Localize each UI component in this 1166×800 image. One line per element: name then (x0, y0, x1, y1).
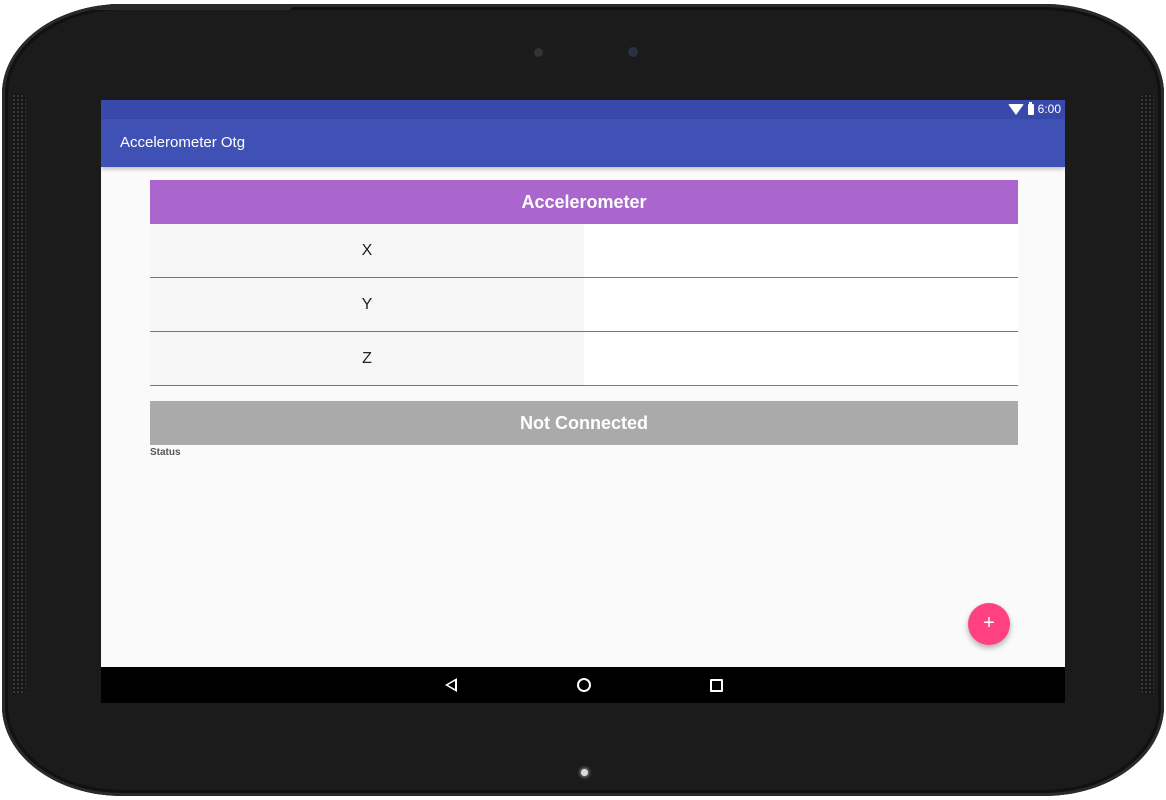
battery-icon (1027, 101, 1034, 115)
axis-row-x: X (150, 224, 1018, 278)
axis-label: Y (150, 278, 584, 331)
accelerometer-header: Accelerometer (150, 180, 1018, 224)
add-icon: + (983, 612, 995, 634)
axis-row-z: Z (150, 332, 1018, 386)
power-button (92, 4, 292, 10)
back-button[interactable] (431, 667, 471, 703)
navigation-bar (101, 667, 1065, 703)
axis-label: X (150, 224, 584, 277)
wifi-icon (1007, 103, 1024, 115)
front-camera (628, 47, 638, 57)
device-screen: 6:00 Accelerometer Otg Accelerometer X Y… (101, 100, 1065, 703)
back-icon (445, 678, 457, 692)
axis-label: Z (150, 332, 584, 385)
status-caption: Status (150, 447, 181, 458)
axis-value (584, 278, 1018, 331)
home-icon (577, 678, 591, 692)
notification-led (581, 769, 588, 776)
add-button[interactable]: + (968, 603, 1010, 645)
sensor-dot (534, 48, 543, 57)
app-bar: Accelerometer Otg (101, 119, 1065, 167)
status-icons: 6:00 (1007, 101, 1061, 116)
axis-value (584, 224, 1018, 277)
status-time: 6:00 (1037, 102, 1061, 116)
speaker-grille-right (1140, 94, 1154, 694)
axis-value (584, 332, 1018, 385)
home-button[interactable] (563, 667, 603, 703)
recent-apps-icon (710, 679, 723, 692)
axis-row-y: Y (150, 278, 1018, 332)
main-content: Accelerometer X Y Z Not Connected Status (150, 180, 1018, 458)
connection-status-button[interactable]: Not Connected (150, 401, 1018, 445)
app-title: Accelerometer Otg (120, 134, 246, 151)
recent-apps-button[interactable] (696, 667, 736, 703)
speaker-grille-left (12, 94, 26, 694)
status-bar: 6:00 (101, 100, 1065, 119)
